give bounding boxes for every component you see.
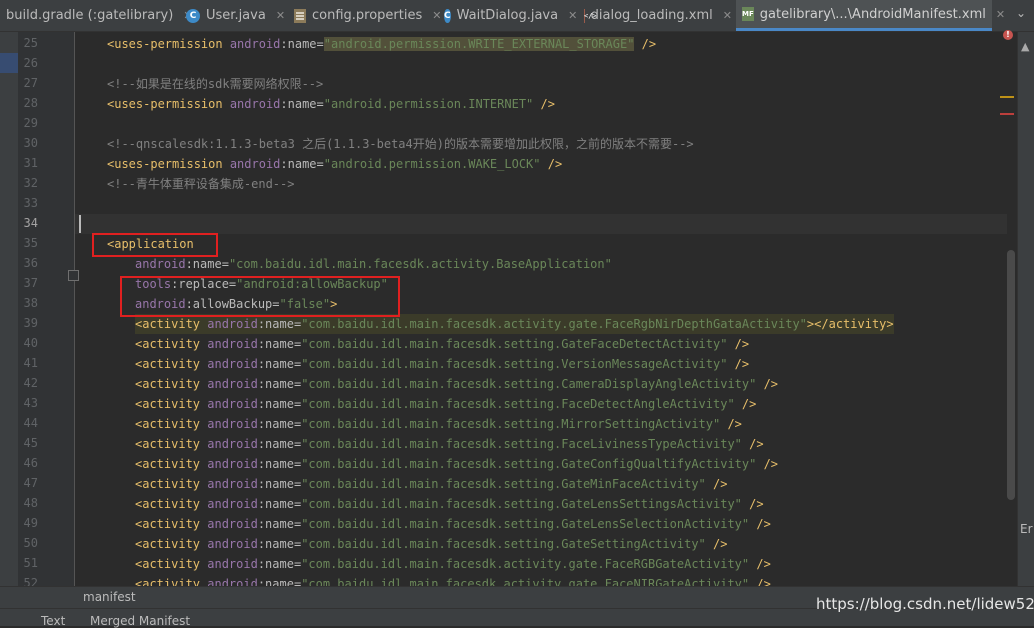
close-icon[interactable]: ✕ bbox=[432, 9, 441, 22]
code-line-25: <uses-permission android:name="android.p… bbox=[107, 37, 657, 51]
xml-file-icon bbox=[584, 8, 592, 23]
line-number: 31 bbox=[23, 156, 38, 170]
current-line-highlight bbox=[75, 214, 1015, 234]
code-line-activity: <activity android:name="com.baidu.idl.ma… bbox=[135, 577, 771, 586]
close-icon[interactable]: ✕ bbox=[276, 9, 285, 22]
line-number: 25 bbox=[23, 36, 38, 50]
code-line-activity: <activity android:name="com.baidu.idl.ma… bbox=[135, 417, 742, 431]
tab-config-properties[interactable]: config.properties ✕ bbox=[294, 0, 442, 31]
line-number: 51 bbox=[23, 556, 38, 570]
vertical-scrollbar-thumb[interactable] bbox=[1007, 250, 1015, 500]
line-number: 38 bbox=[23, 296, 38, 310]
tab-text[interactable]: Text bbox=[41, 614, 65, 628]
line-number-gutter[interactable]: 25 26 27 28 29 30 31 32 33 34 35 36 37 3… bbox=[18, 32, 79, 590]
line-number: 41 bbox=[23, 356, 38, 370]
breadcrumb-item-manifest[interactable]: manifest bbox=[83, 590, 136, 604]
code-line-activity: <activity android:name="com.baidu.idl.ma… bbox=[135, 337, 750, 351]
code-line-39: <activity android:name="com.baidu.idl.ma… bbox=[135, 314, 894, 334]
tab-label: build.gradle (:gatelibrary) bbox=[6, 8, 174, 23]
tab-merged-manifest[interactable]: Merged Manifest bbox=[90, 614, 190, 628]
tab-label: config.properties bbox=[312, 8, 423, 23]
editor-tab-bar: build.gradle (:gatelibrary) ✕ C User.jav… bbox=[0, 0, 1034, 32]
code-line-activity: <activity android:name="com.baidu.idl.ma… bbox=[135, 557, 771, 571]
error-marker[interactable] bbox=[1000, 113, 1014, 115]
tab-label: gatelibrary\...\AndroidManifest.xml bbox=[759, 6, 986, 22]
error-indicator-icon[interactable]: ! bbox=[1003, 30, 1013, 40]
gradle-elephant-icon[interactable]: ▲ bbox=[1021, 40, 1029, 53]
tab-dialog-loading-xml[interactable]: dialog_loading.xml ✕ bbox=[584, 0, 732, 31]
line-number: 35 bbox=[23, 236, 38, 250]
tab-user-java[interactable]: C User.java ✕ bbox=[186, 0, 290, 31]
line-number: 49 bbox=[23, 516, 38, 530]
line-number: 50 bbox=[23, 536, 38, 550]
project-pane-edge bbox=[0, 32, 18, 592]
line-number: 29 bbox=[23, 116, 38, 130]
code-line-activity: <activity android:name="com.baidu.idl.ma… bbox=[135, 377, 779, 391]
code-line-27: <!--如果是在线的sdk需要网络权限--> bbox=[107, 77, 324, 91]
code-line-36: android:name="com.baidu.idl.main.facesdk… bbox=[135, 257, 612, 271]
code-line-activity: <activity android:name="com.baidu.idl.ma… bbox=[135, 357, 750, 371]
annotation-box-allowbackup bbox=[120, 276, 400, 317]
code-line-28: <uses-permission android:name="android.p… bbox=[107, 97, 555, 111]
line-number: 47 bbox=[23, 476, 38, 490]
java-class-icon: C bbox=[444, 8, 451, 23]
line-number: 43 bbox=[23, 396, 38, 410]
tab-waitdialog-java[interactable]: C WaitDialog.java ✕ bbox=[444, 0, 577, 31]
line-number: 34 bbox=[23, 216, 38, 230]
code-line-activity: <activity android:name="com.baidu.idl.ma… bbox=[135, 437, 764, 451]
code-line-activity: <activity android:name="com.baidu.idl.ma… bbox=[135, 397, 757, 411]
line-number: 27 bbox=[23, 76, 38, 90]
code-line-activity: <activity android:name="com.baidu.idl.ma… bbox=[135, 477, 728, 491]
line-number: 46 bbox=[23, 456, 38, 470]
line-number: 39 bbox=[23, 316, 38, 330]
line-number: 45 bbox=[23, 436, 38, 450]
tab-label: User.java bbox=[206, 8, 266, 23]
code-line-31: <uses-permission android:name="android.p… bbox=[107, 157, 563, 171]
tab-android-manifest[interactable]: MF gatelibrary\...\AndroidManifest.xml ✕ bbox=[736, 0, 1005, 31]
line-number: 32 bbox=[23, 176, 38, 190]
right-tool-pane: ▲ Er bbox=[1017, 32, 1034, 592]
close-icon[interactable]: ✕ bbox=[996, 8, 1005, 21]
chevron-down-icon[interactable]: ⌄ bbox=[1016, 6, 1026, 20]
java-class-icon: C bbox=[186, 8, 200, 23]
line-number: 36 bbox=[23, 256, 38, 270]
line-number: 40 bbox=[23, 336, 38, 350]
code-line-activity: <activity android:name="com.baidu.idl.ma… bbox=[135, 517, 771, 531]
text-caret bbox=[79, 215, 81, 233]
code-line-activity: <activity android:name="com.baidu.idl.ma… bbox=[135, 497, 764, 511]
code-line-30: <!--qnscalesdk:1.1.3-beta3 之后(1.1.3-beta… bbox=[107, 137, 694, 151]
properties-file-icon bbox=[294, 8, 306, 23]
line-number: 26 bbox=[23, 56, 38, 70]
line-number: 48 bbox=[23, 496, 38, 510]
close-icon[interactable]: ✕ bbox=[568, 9, 577, 22]
code-line-activity: <activity android:name="com.baidu.idl.ma… bbox=[135, 457, 779, 471]
line-number: 33 bbox=[23, 196, 38, 210]
line-number: 42 bbox=[23, 376, 38, 390]
right-pane-label[interactable]: Er bbox=[1020, 522, 1033, 536]
manifest-file-icon: MF bbox=[742, 7, 754, 21]
tab-label: dialog_loading.xml bbox=[590, 8, 713, 23]
warning-marker[interactable] bbox=[1000, 96, 1014, 98]
close-icon[interactable]: ✕ bbox=[723, 9, 732, 22]
tab-label: WaitDialog.java bbox=[456, 8, 559, 23]
line-number: 28 bbox=[23, 96, 38, 110]
watermark-text: https://blog.csdn.net/lidew521 bbox=[816, 595, 1034, 613]
line-number: 44 bbox=[23, 416, 38, 430]
code-line-32: <!--青牛体重秤设备集成-end--> bbox=[107, 177, 295, 191]
line-number: 37 bbox=[23, 276, 38, 290]
code-editor[interactable]: <uses-permission android:name="android.p… bbox=[75, 32, 1015, 586]
tab-build-gradle[interactable]: build.gradle (:gatelibrary) ✕ bbox=[0, 0, 193, 31]
code-line-activity: <activity android:name="com.baidu.idl.ma… bbox=[135, 537, 728, 551]
line-number: 30 bbox=[23, 136, 38, 150]
annotation-box-application bbox=[92, 233, 218, 257]
